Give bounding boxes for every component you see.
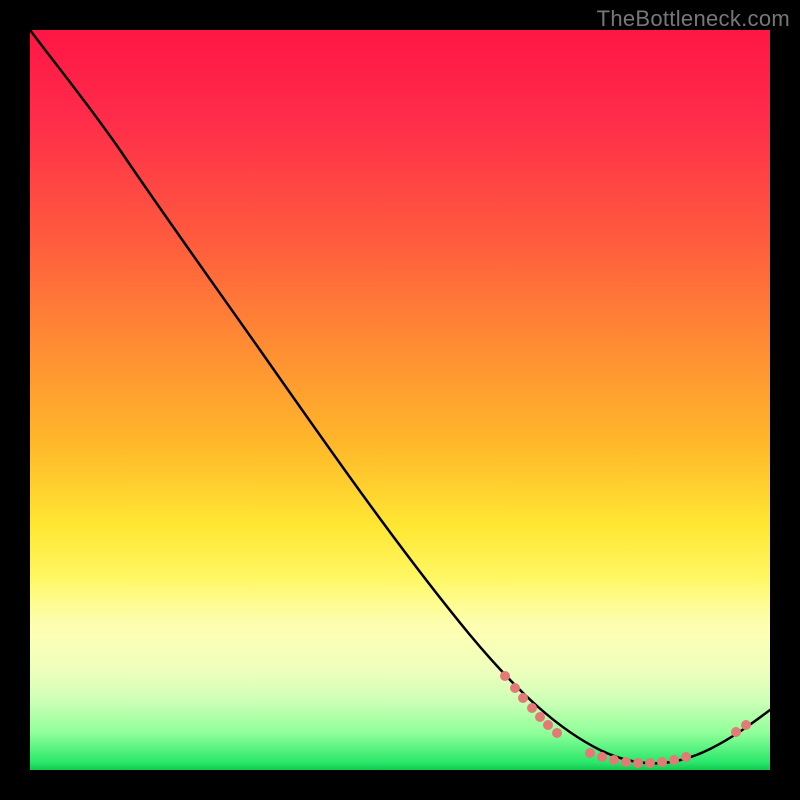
data-point	[621, 757, 631, 767]
chart-frame: TheBottleneck.com	[0, 0, 800, 800]
data-point	[645, 758, 655, 768]
data-point	[510, 683, 520, 693]
data-point	[669, 755, 679, 765]
data-point	[518, 693, 528, 703]
data-point	[535, 712, 545, 722]
curve-path	[30, 30, 770, 763]
bottleneck-curve	[30, 30, 770, 770]
data-point	[633, 758, 643, 768]
data-point	[585, 748, 595, 758]
data-point	[609, 755, 619, 765]
data-point	[681, 752, 691, 762]
data-point	[527, 703, 537, 713]
data-point	[657, 757, 667, 767]
data-point	[552, 728, 562, 738]
data-point	[731, 727, 741, 737]
data-point	[543, 720, 553, 730]
data-point	[741, 720, 751, 730]
watermark: TheBottleneck.com	[597, 6, 790, 32]
data-point	[500, 671, 510, 681]
data-point	[597, 752, 607, 762]
plot-area	[30, 30, 770, 770]
